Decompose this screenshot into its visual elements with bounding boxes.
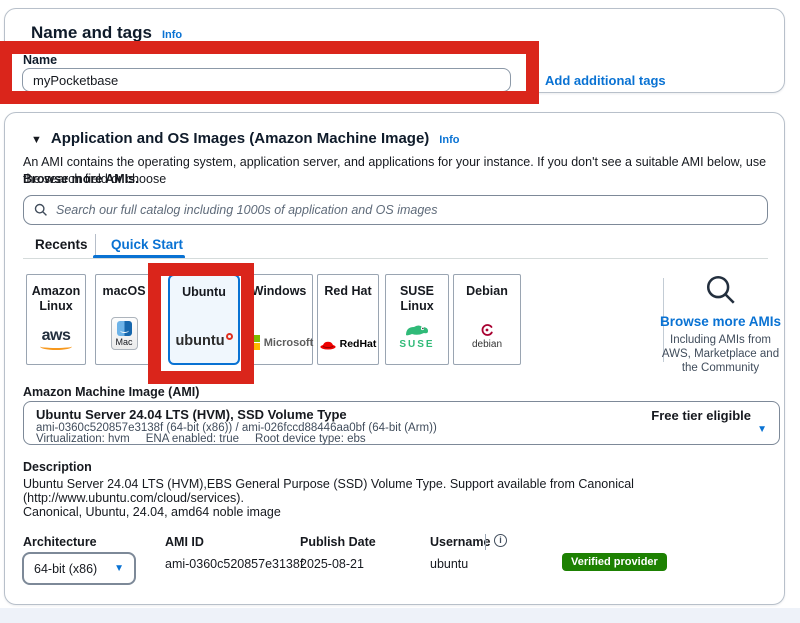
browse-search-icon[interactable]	[704, 273, 738, 307]
os-card-macos[interactable]: macOS Mac	[95, 274, 153, 365]
tabs-baseline	[23, 258, 768, 259]
suse-logo-icon: SUSE	[399, 323, 434, 350]
ami-intro-text-bold: Browse more AMIs.	[23, 171, 139, 188]
info-link-name-and-tags[interactable]: Info	[162, 29, 182, 41]
tab-quick-start[interactable]: Quick Start	[111, 237, 183, 252]
ami-section: ▼ Application and OS Images (Amazon Mach…	[4, 112, 785, 605]
os-card-title: Red Hat	[324, 284, 371, 299]
os-card-amazon-linux[interactable]: Amazon Linux aws	[26, 274, 86, 365]
ami-select-dropdown[interactable]: Ubuntu Server 24.04 LTS (HVM), SSD Volum…	[23, 401, 780, 445]
ami-id-label: AMI ID	[165, 535, 204, 549]
red-hat-logo-icon: RedHat	[320, 338, 377, 350]
ami-select-label: Amazon Machine Image (AMI)	[23, 385, 199, 399]
browse-note-line: the Community	[653, 361, 788, 375]
microsoft-logo-icon: Microsoft	[245, 335, 314, 350]
publish-date-value: 2025-08-21	[300, 557, 364, 571]
add-additional-tags-link[interactable]: Add additional tags	[545, 73, 666, 88]
mac-logo-icon: Mac	[111, 317, 138, 350]
section-collapse-icon[interactable]: ▼	[31, 134, 42, 146]
os-card-suse-linux[interactable]: SUSE Linux SUSE	[385, 274, 449, 365]
description-text: Ubuntu Server 24.04 LTS (HVM),EBS Genera…	[23, 477, 773, 505]
chevron-down-icon: ▼	[114, 563, 124, 574]
verified-provider-badge: Verified provider	[562, 553, 667, 571]
search-icon	[34, 203, 48, 217]
section-title-ami: Application and OS Images (Amazon Machin…	[51, 130, 429, 147]
architecture-label: Architecture	[23, 535, 97, 549]
page-background-strip	[0, 608, 800, 623]
architecture-select[interactable]: 64-bit (x86) ▼	[22, 552, 136, 585]
os-card-red-hat[interactable]: Red Hat RedHat	[317, 274, 379, 365]
os-card-title: Windows	[252, 284, 307, 299]
ami-id-value: ami-0360c520857e3138f	[165, 557, 303, 571]
free-tier-badge: Free tier eligible	[651, 408, 751, 423]
ami-meta: Virtualization: hvm ENA enabled: true Ro…	[36, 433, 366, 445]
ami-title: Ubuntu Server 24.04 LTS (HVM), SSD Volum…	[36, 407, 347, 422]
debian-logo-icon: debian	[472, 322, 502, 350]
browse-note-line: AWS, Marketplace and	[653, 347, 788, 361]
ami-search-input[interactable]	[56, 203, 757, 217]
name-input[interactable]	[22, 68, 511, 92]
username-label: Username	[430, 535, 490, 549]
browse-more-amis-link[interactable]: Browse more AMIs	[653, 314, 788, 329]
os-card-title: Ubuntu	[182, 285, 226, 300]
architecture-value: 64-bit (x86)	[34, 562, 97, 576]
os-card-title: SUSE Linux	[386, 284, 448, 314]
section-title-name-and-tags: Name and tags	[31, 23, 152, 43]
chevron-down-icon[interactable]: ▼	[757, 424, 767, 435]
browse-more-block: Browse more AMIs Including AMIs from AWS…	[653, 273, 788, 375]
tab-divider	[95, 234, 96, 256]
description-label: Description	[23, 460, 92, 474]
os-card-debian[interactable]: Debian debian	[453, 274, 521, 365]
info-link-ami[interactable]: Info	[439, 134, 459, 146]
os-card-title: macOS	[102, 284, 145, 299]
username-info-icon[interactable]: i	[494, 534, 507, 547]
browse-note-line: Including AMIs from	[653, 333, 788, 347]
name-field-label: Name	[23, 53, 57, 67]
name-and-tags-section: Name and tags Info Name Add additional t…	[4, 8, 785, 93]
username-value: ubuntu	[430, 557, 468, 571]
ami-search-field[interactable]	[23, 195, 768, 225]
os-card-title: Amazon Linux	[27, 284, 85, 314]
publish-date-label: Publish Date	[300, 535, 376, 549]
ubuntu-logo-icon: ubuntu	[175, 333, 232, 349]
os-card-title: Debian	[466, 284, 508, 299]
aws-logo-icon: aws	[40, 327, 72, 350]
os-card-ubuntu[interactable]: Ubuntu ubuntu	[168, 274, 240, 365]
os-card-windows[interactable]: Windows Microsoft	[245, 274, 313, 365]
description-image-line: Canonical, Ubuntu, 24.04, amd64 noble im…	[23, 505, 281, 519]
username-info-divider	[485, 534, 486, 550]
tab-recents[interactable]: Recents	[35, 237, 88, 252]
